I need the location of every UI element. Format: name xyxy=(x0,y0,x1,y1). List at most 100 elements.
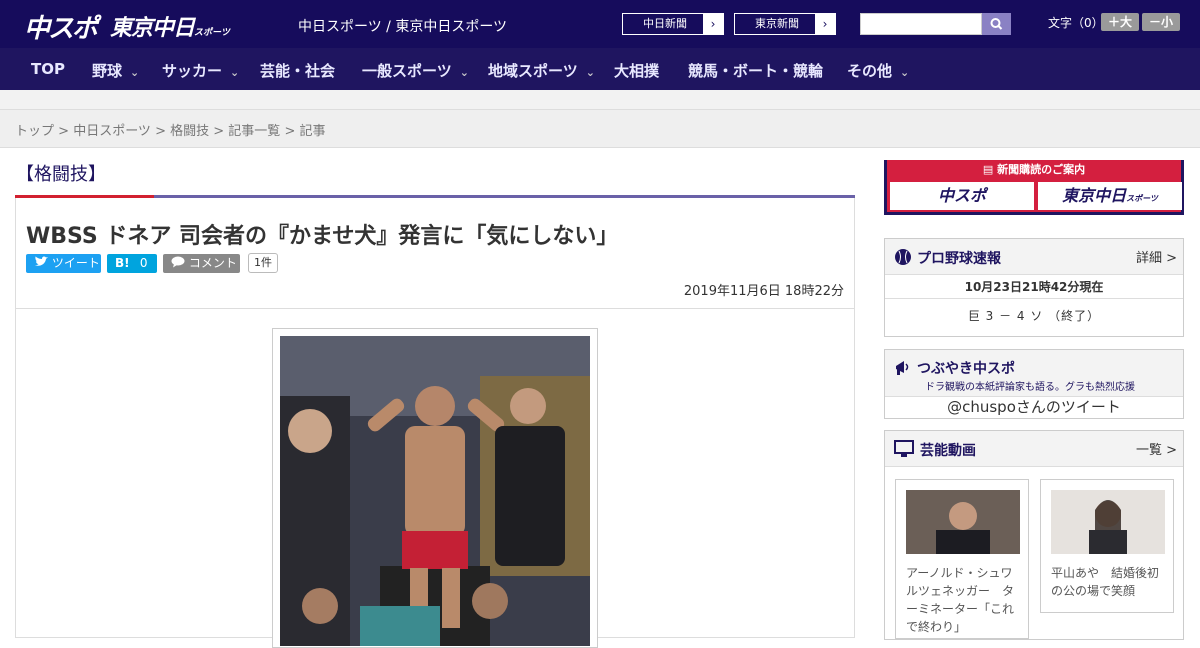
subscription-caption: ▤ 新聞購読のご案内 xyxy=(887,160,1181,180)
category-heading: 【格闘技】 xyxy=(16,164,106,185)
nav-item-racing[interactable]: 競馬・ボート・競輪 xyxy=(688,60,823,81)
newspaper-icon: ▤ xyxy=(982,163,998,176)
nav-item-general-sports[interactable]: 一般スポーツ ⌄ xyxy=(362,60,469,81)
nav-label: TOP xyxy=(31,60,65,78)
nav-label: 一般スポーツ xyxy=(362,62,452,80)
breadcrumb-sep: > xyxy=(280,124,300,139)
nav-item-baseball[interactable]: 野球 ⌄ xyxy=(92,60,139,81)
ad-strip xyxy=(0,90,1200,110)
tweet-box: つぶやき中スポ ドラ観戦の本紙評論家も語る。グラも熱烈応援 @chuspoさんの… xyxy=(884,349,1184,419)
chunichi-shimbun-label: 中日新聞 xyxy=(643,17,687,30)
nav-label: 地域スポーツ xyxy=(488,62,578,80)
breadcrumb: トップ > 中日スポーツ > 格闘技 > 記事一覧 > 記事 xyxy=(0,110,1200,148)
breadcrumb-sep: > xyxy=(150,124,171,139)
nav-item-sumo[interactable]: 大相撲 xyxy=(614,60,659,81)
chevron-right-icon: › xyxy=(815,14,835,34)
comment-button[interactable]: コメント xyxy=(163,254,240,273)
tokyo-chunichi-logo-sub: スポーツ xyxy=(194,28,230,38)
nav-label: 芸能・社会 xyxy=(260,62,336,80)
nav-label: 競馬・ボート・競輪 xyxy=(688,62,824,80)
photo-illustration xyxy=(280,336,590,646)
tweet-header: つぶやき中スポ ドラ観戦の本紙評論家も語る。グラも熱烈応援 xyxy=(885,350,1183,397)
hatena-count: 0 xyxy=(139,256,148,270)
twitter-icon xyxy=(35,256,48,266)
nav-label: 大相撲 xyxy=(614,62,660,80)
nav-label: サッカー xyxy=(162,62,223,80)
breadcrumb-kakutougi[interactable]: 格闘技 xyxy=(170,124,209,139)
tokyo-shimbun-label: 東京新聞 xyxy=(755,17,799,30)
breadcrumb-chunichi[interactable]: 中日スポーツ xyxy=(73,124,151,139)
nav-item-other[interactable]: その他 ⌄ xyxy=(847,60,909,81)
font-size-label: 文字（0） xyxy=(1048,16,1104,30)
hatena-bookmark-icon: B! xyxy=(115,256,130,270)
main-nav: TOP 野球 ⌄ サッカー ⌄ 芸能・社会 一般スポーツ ⌄ 地域スポーツ ⌄ 大相撲 … xyxy=(0,48,1200,90)
megaphone-icon xyxy=(896,361,909,375)
tokyo-chunichi-logo-text: 東京中日 xyxy=(110,16,195,41)
tweet-label: ツイート xyxy=(51,256,100,270)
baseball-score-row[interactable]: 巨 3 － 4 ソ （終了） xyxy=(885,299,1183,333)
nav-item-local-sports[interactable]: 地域スポーツ ⌄ xyxy=(488,60,595,81)
monitor-icon xyxy=(894,440,914,457)
baseball-detail-link[interactable]: 詳細 > xyxy=(1136,247,1177,266)
promo-tokyo-text: 東京中日 xyxy=(1062,186,1127,205)
breadcrumb-sep: > xyxy=(209,124,229,139)
tokyo-chunichi-logo[interactable]: 東京中日スポーツ xyxy=(110,10,230,42)
baseball-score-box: プロ野球速報 詳細 > 10月23日21時42分現在 巨 3 － 4 ソ （終了… xyxy=(884,238,1184,337)
video-list-link[interactable]: 一覧 > xyxy=(1136,439,1177,458)
baseball-icon xyxy=(895,249,911,265)
tweet-subtitle: ドラ観戦の本紙評論家も語る。グラも熱烈応援 xyxy=(925,382,1135,393)
tweet-title: つぶやき中スポ xyxy=(917,361,1015,377)
video-caption: 平山あや 結婚後初の公の場で笑顔 xyxy=(1051,566,1160,598)
thumbnail-illustration xyxy=(906,490,1020,554)
chevron-right-icon: › xyxy=(703,14,723,34)
breadcrumb-top[interactable]: トップ xyxy=(15,124,54,139)
nav-label: その他 xyxy=(847,62,893,80)
baseball-title: プロ野球速報 xyxy=(917,251,1001,267)
nav-item-top[interactable]: TOP xyxy=(31,60,65,78)
chunichi-shimbun-link[interactable]: 中日新聞 › xyxy=(622,13,724,35)
font-decrease-button[interactable]: －小 xyxy=(1142,13,1180,31)
article-box: WBSS ドネア 司会者の『かませ犬』発言に「気にしない」 ツイート B! 0 … xyxy=(15,198,855,648)
boxer-weigh-in-photo xyxy=(280,336,590,646)
chevron-down-icon: ⌄ xyxy=(900,66,910,79)
video-thumbnail xyxy=(906,490,1020,554)
promo-tokyo-sub: スポーツ xyxy=(1126,194,1158,203)
tweet-button[interactable]: ツイート xyxy=(26,254,101,273)
promo-tokyo-chunichi[interactable]: 東京中日スポーツ xyxy=(1038,182,1182,210)
search-input[interactable] xyxy=(860,13,982,35)
baseball-update-time: 10月23日21時42分現在 xyxy=(885,275,1183,299)
subscription-promo[interactable]: ▤ 新聞購読のご案内 中スポ 東京中日スポーツ xyxy=(884,160,1184,215)
chevron-down-icon: ⌄ xyxy=(459,66,469,79)
font-increase-button[interactable]: ＋大 xyxy=(1101,13,1139,31)
search-icon xyxy=(990,18,1003,30)
comment-label: コメント xyxy=(188,256,237,270)
nav-label: 野球 xyxy=(92,62,123,80)
article-divider xyxy=(16,308,854,309)
article-photo[interactable] xyxy=(272,328,598,648)
tweet-timeline-link[interactable]: @chuspoさんのツイート xyxy=(885,397,1183,418)
article-title: WBSS ドネア 司会者の『かませ犬』発言に「気にしない」 xyxy=(26,224,619,249)
chevron-down-icon: ⌄ xyxy=(230,66,240,79)
video-item[interactable]: アーノルド・シュワルツェネッガー ターミネーター「これで終わり」 xyxy=(895,479,1029,639)
video-header: 芸能動画 一覧 > xyxy=(885,431,1183,467)
video-thumbnail xyxy=(1051,490,1165,554)
video-title: 芸能動画 xyxy=(920,443,976,459)
subscription-caption-text: 新聞購読のご案内 xyxy=(997,163,1086,176)
nav-item-soccer[interactable]: サッカー ⌄ xyxy=(162,60,239,81)
site-tagline: 中日スポーツ / 東京中日スポーツ xyxy=(298,19,508,35)
chuspo-logo[interactable]: 中スポ xyxy=(24,8,98,45)
video-caption: アーノルド・シュワルツェネッガー ターミネーター「これで終わり」 xyxy=(906,566,1015,634)
speech-bubble-icon xyxy=(171,256,185,268)
nav-item-entertainment[interactable]: 芸能・社会 xyxy=(260,60,335,81)
search-button[interactable] xyxy=(982,13,1011,35)
promo-chuspo[interactable]: 中スポ xyxy=(890,182,1034,210)
comment-count: 1件 xyxy=(248,253,278,273)
top-header: 中スポ 東京中日スポーツ 中日スポーツ / 東京中日スポーツ 中日新聞 › 東京新… xyxy=(0,0,1200,48)
hatena-bookmark-button[interactable]: B! 0 xyxy=(107,254,157,273)
video-item[interactable]: 平山あや 結婚後初の公の場で笑顔 xyxy=(1040,479,1174,613)
breadcrumb-list[interactable]: 記事一覧 xyxy=(228,124,280,139)
breadcrumb-current: 記事 xyxy=(299,124,326,139)
baseball-header: プロ野球速報 詳細 > xyxy=(885,239,1183,275)
video-box: 芸能動画 一覧 > アーノルド・シュワルツェネッガー ターミネーター「これで終わ… xyxy=(884,430,1184,640)
tokyo-shimbun-link[interactable]: 東京新聞 › xyxy=(734,13,836,35)
